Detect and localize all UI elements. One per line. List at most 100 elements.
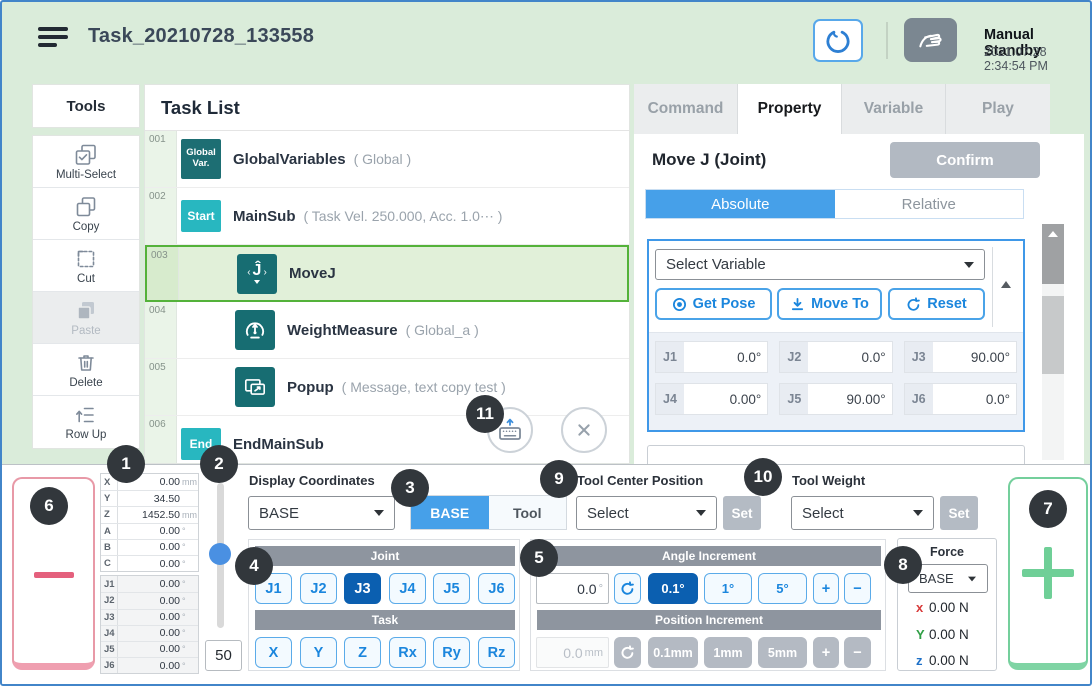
- task-row-popup[interactable]: 005 Popup ( Message, text copy test ): [145, 359, 629, 416]
- task-row-movej[interactable]: 003 MoveJ: [145, 245, 629, 302]
- property-panel: Move J (Joint) Confirm Absolute Relative…: [634, 134, 1084, 464]
- tcp-set-button[interactable]: Set: [723, 496, 761, 530]
- tool-weight-dropdown[interactable]: Select: [791, 496, 934, 530]
- angle-increment-input[interactable]: 0.0 °: [536, 573, 609, 604]
- scrollbar-thumb[interactable]: [1042, 296, 1064, 374]
- angle-minus-button[interactable]: −: [844, 573, 871, 604]
- plus-icon: [1044, 547, 1052, 599]
- topbar-divider: [886, 22, 888, 59]
- servo-button[interactable]: [813, 19, 863, 62]
- task-row-weight-measure[interactable]: 004 WeightMeasure ( Global_a ): [145, 302, 629, 359]
- tool-cut-button[interactable]: Cut: [33, 240, 139, 292]
- property-scrollbar[interactable]: [1042, 224, 1064, 460]
- tab-play[interactable]: Play: [946, 84, 1050, 134]
- robot-pose-table: X0.00mm Y34.50 Z1452.50mm A0.00° B0.00° …: [100, 473, 199, 674]
- jog-j6-button[interactable]: J6: [478, 573, 515, 604]
- chevron-down-icon: [968, 576, 976, 581]
- copy-icon: [74, 195, 98, 219]
- teach-pendant-screen: Task_20210728_133558 Manual Standby 2021…: [0, 0, 1092, 686]
- speed-slider-knob[interactable]: [209, 543, 231, 565]
- force-z-value: z0.00 N: [916, 653, 969, 668]
- tab-property[interactable]: Property: [738, 84, 842, 134]
- pose-row: Y34.50: [101, 490, 198, 506]
- row-number: 004: [145, 302, 177, 358]
- joint-field-j5[interactable]: J5 90.00°: [779, 383, 892, 415]
- joint-field-j6[interactable]: J6 0.0°: [904, 383, 1017, 415]
- hamburger-menu-icon[interactable]: [38, 27, 68, 51]
- row-number: 002: [145, 188, 177, 244]
- tool-weight-set-button[interactable]: Set: [940, 496, 978, 530]
- angle-plus-button[interactable]: +: [813, 573, 839, 604]
- speed-value-box[interactable]: 50: [205, 640, 242, 671]
- joint-field-j1[interactable]: J1 0.0°: [655, 341, 768, 373]
- callout-6: 6: [30, 487, 68, 525]
- display-coordinates-dropdown[interactable]: BASE: [248, 496, 395, 530]
- joint-field-j4[interactable]: J4 0.00°: [655, 383, 768, 415]
- tool-copy-button[interactable]: Copy: [33, 188, 139, 240]
- servo-icon: [824, 27, 852, 55]
- tab-command[interactable]: Command: [634, 84, 738, 134]
- task-row-global-variables[interactable]: 001 Global Var. GlobalVariables ( Global…: [145, 131, 629, 188]
- jog-rz-button[interactable]: Rz: [478, 637, 515, 668]
- next-property-section: [647, 445, 1025, 464]
- jog-ry-button[interactable]: Ry: [433, 637, 470, 668]
- row-number: 001: [145, 131, 177, 187]
- move-to-icon: [790, 297, 805, 312]
- joint-field-j3[interactable]: J3 90.00°: [904, 341, 1017, 373]
- multi-select-icon: [74, 143, 98, 167]
- jog-j2-button[interactable]: J2: [300, 573, 337, 604]
- task-title: Task_20210728_133558: [88, 25, 314, 48]
- jog-y-button[interactable]: Y: [300, 637, 337, 668]
- angle-increment-header: Angle Increment: [537, 546, 881, 566]
- jog-x-button[interactable]: X: [255, 637, 292, 668]
- angle-preset-5[interactable]: 5°: [758, 573, 807, 604]
- weight-measure-icon: [235, 310, 275, 350]
- tool-paste-button[interactable]: Paste: [33, 292, 139, 344]
- task-row-mainsub[interactable]: 002 Start MainSub ( Task Vel. 250.000, A…: [145, 188, 629, 245]
- tool-delete-button[interactable]: Delete: [33, 344, 139, 396]
- callout-7: 7: [1029, 490, 1067, 528]
- confirm-button[interactable]: Confirm: [890, 142, 1040, 178]
- tool-multi-select-button[interactable]: Multi-Select: [33, 136, 139, 188]
- reset-button[interactable]: Reset: [888, 288, 985, 320]
- absolute-relative-toggle: Absolute Relative: [645, 189, 1024, 219]
- property-tab-bar: Command Property Variable Play: [634, 84, 1050, 134]
- task-list-panel: Task List 001 Global Var. GlobalVariable…: [144, 84, 630, 464]
- chevron-down-icon: [374, 510, 384, 516]
- increment-box: Angle Increment 0.0 ° 0.1° 1° 5° + − Pos…: [530, 539, 886, 671]
- frame-tool-option[interactable]: Tool: [489, 496, 567, 529]
- angle-preset-0.1[interactable]: 0.1°: [648, 573, 698, 604]
- manual-mode-button[interactable]: [904, 18, 957, 62]
- jog-rx-button[interactable]: Rx: [389, 637, 426, 668]
- tcp-dropdown[interactable]: Select: [576, 496, 717, 530]
- pose-row: B0.00°: [101, 539, 198, 555]
- close-jog-button[interactable]: [561, 407, 607, 453]
- jog-j3-button[interactable]: J3: [344, 573, 381, 604]
- variable-select-dropdown[interactable]: Select Variable: [655, 249, 985, 280]
- move-to-button[interactable]: Move To: [777, 288, 882, 320]
- tool-row-up-button[interactable]: Row Up: [33, 396, 139, 448]
- triangle-up-icon: [1048, 231, 1058, 237]
- paste-icon: [74, 299, 98, 323]
- jog-j5-button[interactable]: J5: [433, 573, 470, 604]
- get-pose-button[interactable]: Get Pose: [655, 288, 772, 320]
- close-icon: [571, 417, 597, 443]
- base-tool-toggle: BASE Tool: [410, 495, 567, 530]
- absolute-option[interactable]: Absolute: [646, 190, 835, 218]
- cut-icon: [74, 247, 98, 271]
- pose-row: J50.00°: [101, 641, 198, 657]
- collapse-icon[interactable]: [1001, 281, 1011, 288]
- joint-section-header: Joint: [255, 546, 515, 566]
- callout-9: 9: [540, 460, 578, 498]
- jog-z-button[interactable]: Z: [344, 637, 381, 668]
- chevron-down-icon: [964, 262, 974, 268]
- global-var-badge: Global Var.: [181, 139, 221, 179]
- scroll-up-button[interactable]: [1042, 224, 1064, 284]
- jog-j4-button[interactable]: J4: [389, 573, 426, 604]
- angle-reset-button[interactable]: [614, 573, 641, 604]
- angle-preset-1[interactable]: 1°: [704, 573, 752, 604]
- callout-11: 11: [466, 395, 504, 433]
- tab-variable[interactable]: Variable: [842, 84, 946, 134]
- relative-option[interactable]: Relative: [835, 190, 1024, 218]
- joint-field-j2[interactable]: J2 0.0°: [779, 341, 892, 373]
